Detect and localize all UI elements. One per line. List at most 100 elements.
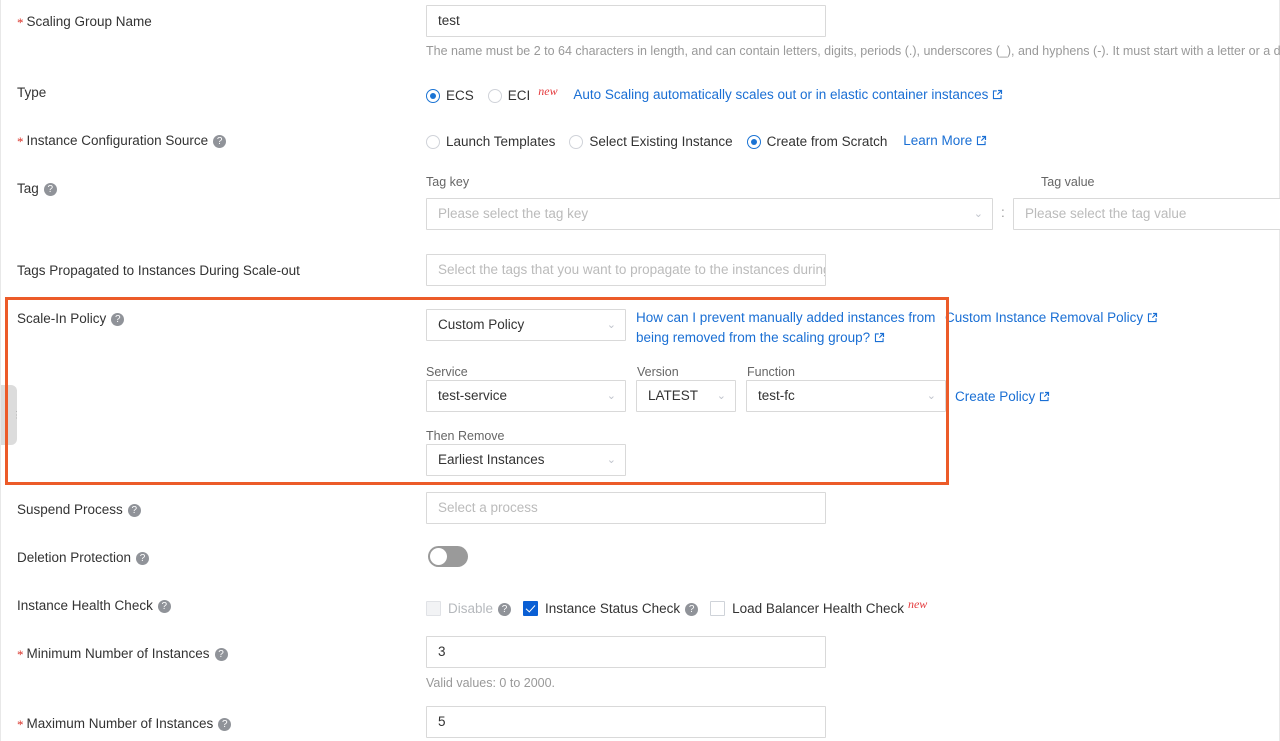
radio-dot [426,88,440,103]
external-link-icon [875,332,885,343]
tags-propagated-input[interactable]: Select the tags that you want to propaga… [426,254,826,286]
checkbox-box [523,600,539,616]
label-text: Scaling Group Name [26,14,152,29]
label-text: Type [17,85,47,100]
radio-dot [487,88,502,103]
required-marker: * [17,647,24,662]
service-value: test-service [438,388,508,403]
minimum-instances-label: * Minimum Number of Instances? [17,645,228,664]
version-sublabel: Version [637,365,679,379]
tag-label: Tag? [17,180,57,198]
help-icon[interactable]: ? [213,135,227,148]
tag-key-placeholder: Please select the tag key [438,206,589,221]
instance-health-check-label: Instance Health Check? [17,597,171,615]
scale-in-policy-select[interactable]: Custom Policy ⌄ [426,309,626,341]
tag-key-select[interactable]: Please select the tag key ⌄ [426,198,993,230]
tag-separator: : [1001,205,1005,220]
help-icon[interactable]: ? [214,648,228,661]
label-text: Instance Health Check [17,598,153,613]
external-link-icon [977,135,987,146]
eci-info-link[interactable]: Auto Scaling automatically scales out or… [573,87,1003,102]
toggle-knob [430,548,447,565]
scaling-group-form-page: ⋮⋮ * Scaling Group Name test The name mus… [0,0,1280,741]
radio-type-eci[interactable]: ECI [487,87,531,103]
required-marker: * [17,15,24,30]
help-icon[interactable]: ? [111,313,125,326]
suspend-process-label: Suspend Process? [17,501,141,519]
radio-select-existing-instance[interactable]: Select Existing Instance [569,134,733,149]
scale-in-policy-value: Custom Policy [438,317,525,332]
function-select[interactable]: test-fc ⌄ [746,380,946,412]
maximum-instances-label: * Maximum Number of Instances? [17,715,232,734]
tags-propagated-label: Tags Propagated to Instances During Scal… [17,262,300,280]
radio-dot [746,134,761,149]
then-remove-select[interactable]: Earliest Instances ⌄ [426,444,626,476]
scale-in-policy-help-link[interactable]: How can I prevent manually added instanc… [636,308,936,348]
label-text: Deletion Protection [17,550,132,565]
checkbox-box [426,600,441,616]
help-icon[interactable]: ? [218,718,232,731]
link-text: How can I prevent manually added instanc… [636,310,936,345]
new-badge: new [538,84,558,98]
radio-dot [569,134,584,149]
function-value: test-fc [758,388,795,403]
checkbox-disable[interactable]: Disable? [426,600,512,616]
create-policy-link[interactable]: Create Policy [955,389,1050,404]
label-text: Scale-In Policy [17,311,107,326]
then-remove-sublabel: Then Remove [426,429,505,443]
help-icon[interactable]: ? [127,504,141,517]
radio-label: ECI [507,87,531,103]
deletion-protection-toggle[interactable] [428,546,468,567]
checkbox-label: Instance Status Check [545,600,681,616]
instance-configuration-source-radio-group: Launch Templates Select Existing Instanc… [426,133,987,149]
external-link-icon [1040,391,1050,402]
radio-label: ECS [446,87,474,103]
link-text: Learn More [903,133,973,148]
version-value: LATEST [648,388,699,403]
link-text: Custom Instance Removal Policy [945,310,1144,325]
radio-label: Launch Templates [446,133,556,149]
chevron-down-icon: ⌄ [606,454,616,466]
radio-dot [426,134,440,149]
tag-value-select[interactable]: Please select the tag value [1013,198,1280,230]
help-icon[interactable]: ? [498,602,512,616]
label-text: Instance Configuration Source [26,133,209,148]
help-icon[interactable]: ? [157,600,171,613]
type-label: Type [17,84,46,102]
label-text: Minimum Number of Instances [26,646,210,661]
tag-value-sublabel: Tag value [1041,175,1095,189]
function-sublabel: Function [747,365,795,379]
version-select[interactable]: LATEST ⌄ [636,380,736,412]
radio-launch-templates[interactable]: Launch Templates [426,134,555,149]
then-remove-value: Earliest Instances [438,452,545,467]
label-text: Suspend Process [17,502,123,517]
label-text: Tags Propagated to Instances During Scal… [17,263,300,278]
learn-more-link[interactable]: Learn More [903,133,987,148]
label-text: Tag [17,181,39,196]
checkbox-instance-status-check[interactable]: Instance Status Check? [523,600,699,616]
sidebar-collapse-handle[interactable]: ⋮⋮ [1,385,21,445]
checkbox-box [710,600,726,616]
instance-health-check-group: Disable? Instance Status Check? Load Bal… [426,597,929,616]
help-icon[interactable]: ? [43,183,57,196]
chevron-down-icon: ⌄ [606,390,616,402]
custom-instance-removal-policy-link[interactable]: Custom Instance Removal Policy [945,310,1158,325]
checkbox-load-balancer-health-check[interactable]: Load Balancer Health Check [710,600,904,616]
chevron-down-icon: ⌄ [606,319,616,331]
suspend-process-input[interactable]: Select a process [426,492,826,524]
required-marker: * [17,134,24,149]
label-text: Maximum Number of Instances [26,716,214,731]
help-icon[interactable]: ? [685,602,699,616]
scaling-group-name-hint: The name must be 2 to 64 characters in l… [426,44,1280,58]
help-icon[interactable]: ? [136,552,150,565]
service-select[interactable]: test-service ⌄ [426,380,626,412]
chevron-down-icon: ⌄ [973,208,983,220]
scaling-group-name-label: * Scaling Group Name [17,13,152,32]
radio-type-ecs[interactable]: ECS [426,88,474,103]
chevron-down-icon: ⌄ [716,390,726,402]
radio-create-from-scratch[interactable]: Create from Scratch [746,134,887,149]
scaling-group-name-input[interactable]: test [426,5,826,37]
minimum-instances-input[interactable]: 3 [426,636,826,668]
tag-key-sublabel: Tag key [426,175,470,189]
maximum-instances-input[interactable]: 5 [426,706,826,738]
